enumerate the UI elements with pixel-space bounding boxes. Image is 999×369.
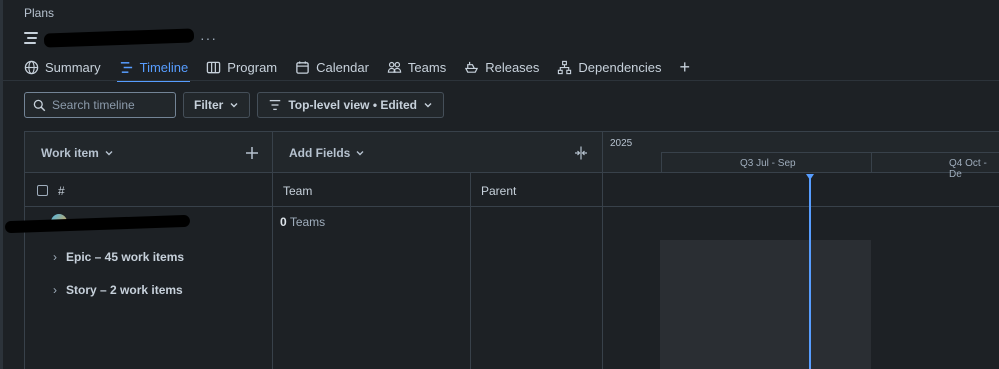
parent-column-header: Parent [481,184,517,198]
tab-releases[interactable]: Releases [464,55,539,79]
plan-title: ··· [24,28,217,48]
tab-dependencies[interactable]: Dependencies [557,55,662,79]
tab-summary[interactable]: Summary [24,55,101,79]
add-fields-header: Add Fields [272,132,603,173]
column-divider[interactable] [272,132,273,369]
chevron-down-icon [105,151,113,156]
tab-bar: Summary Timeline Program Calendar Teams … [24,55,691,82]
column-divider[interactable] [470,173,471,369]
search-input[interactable] [52,98,162,112]
work-item-dropdown[interactable]: Work item [41,146,114,160]
view-settings-label: Top-level view • Edited [288,98,418,112]
timeline-grid: Work item Add Fields 2025 Q3 Jul - Sep Q… [4,131,999,369]
teams-cell: 0 Teams [280,215,325,229]
group-epic-label: Epic – 45 work items [66,250,185,264]
quarter-divider [871,152,872,172]
breadcrumb[interactable]: Plans [24,6,54,20]
add-fields-label: Add Fields [289,146,351,160]
collapse-fields-icon[interactable] [574,146,588,160]
globe-icon [24,60,39,74]
chevron-down-icon [356,151,364,156]
tab-program[interactable]: Program [206,55,277,79]
redacted-plan-name [43,28,195,48]
toolbar: Filter Top-level view • Edited [24,92,445,118]
chevron-down-icon [424,103,432,108]
tab-teams-label: Teams [407,59,447,75]
teams-count: 0 [280,215,287,229]
select-all-checkbox[interactable] [37,185,48,196]
quarter-divider [661,152,662,172]
quarter-q3: Q3 Jul - Sep [740,158,796,169]
more-actions-icon[interactable]: ··· [200,30,217,46]
timeline-icon [120,61,132,73]
add-work-item-icon[interactable] [245,146,259,160]
subheader-divider [25,206,999,207]
tab-summary-label: Summary [45,59,101,75]
work-item-header: Work item [25,132,272,173]
calendar-icon [296,60,309,74]
chevron-right-icon: › [53,283,57,297]
search-box [24,92,176,118]
hierarchy-icon [558,60,572,74]
people-icon [387,61,402,73]
tab-teams[interactable]: Teams [387,55,446,79]
group-epic[interactable]: › Epic – 45 work items [53,250,184,264]
tab-timeline[interactable]: Timeline [116,55,190,82]
add-tab-button[interactable]: + [680,57,691,78]
view-settings-icon [270,99,281,111]
timeline-header-rule [661,152,999,153]
tab-timeline-label: Timeline [139,59,189,75]
group-story-label: Story – 2 work items [66,283,183,297]
teams-unit: Teams [289,215,326,229]
today-marker-head [806,174,814,180]
chevron-right-icon: › [53,250,57,264]
tab-releases-label: Releases [485,59,540,75]
timeline-year: 2025 [610,138,633,149]
today-marker [809,174,811,369]
view-settings-button[interactable]: Top-level view • Edited [257,92,445,118]
ship-icon [465,61,479,73]
column-divider[interactable] [602,132,603,369]
number-column-header: # [58,184,65,198]
quarter-q4: Q4 Oct - De [949,158,987,180]
timeline-header: 2025 Q3 Jul - Sep Q4 Oct - De [603,132,999,180]
tab-dependencies-label: Dependencies [578,59,662,75]
timeline-bar-placeholder [660,240,871,369]
work-item-header-label: Work item [41,146,99,160]
board-icon [207,61,221,73]
tabs-divider [0,80,999,81]
group-story[interactable]: › Story – 2 work items [53,283,183,297]
filter-button[interactable]: Filter [183,92,251,118]
filter-button-label: Filter [194,98,224,112]
left-edge-bar [0,0,3,369]
search-icon [33,99,46,111]
chevron-down-icon [230,103,238,108]
tab-program-label: Program [227,59,278,75]
tab-calendar[interactable]: Calendar [295,55,369,79]
add-fields-dropdown[interactable]: Add Fields [289,146,365,160]
tab-calendar-label: Calendar [316,59,369,75]
team-column-header: Team [283,184,313,198]
plan-icon [24,32,38,44]
